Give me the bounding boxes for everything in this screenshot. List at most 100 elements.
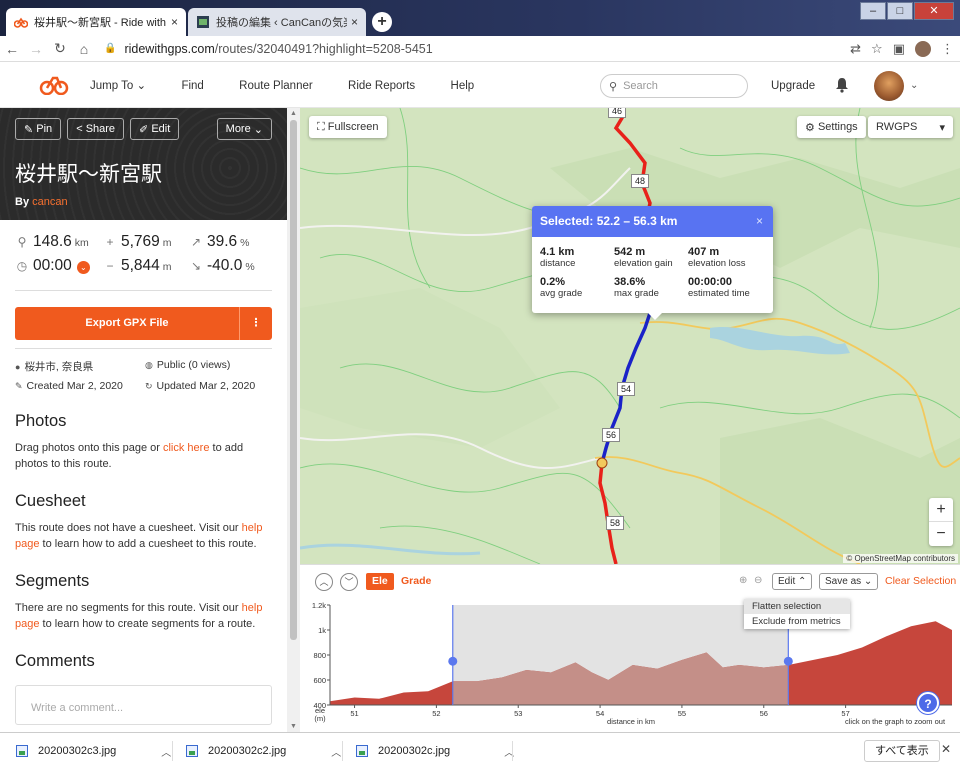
- url-field[interactable]: 🔒 ridewithgps.com /routes/32040491?highl…: [104, 42, 830, 56]
- route-meta: ● 桜井市, 奈良県 ◍ Public (0 views) ✎ Created Mar…: [15, 348, 272, 392]
- chevron-up-icon[interactable]: ︿: [331, 744, 341, 759]
- map-settings-button[interactable]: ⚙ Settings: [797, 116, 866, 138]
- map-attribution[interactable]: © OpenStreetMap contributors: [843, 554, 958, 563]
- selection-handle: [448, 656, 458, 666]
- tab-close-icon[interactable]: ×: [351, 15, 358, 29]
- browser-tab-editor[interactable]: 投稿の編集 ‹ CanCanの気楽な〜 ×: [188, 8, 366, 36]
- globe-icon: ◍: [145, 360, 153, 370]
- upgrade-link[interactable]: Upgrade: [771, 80, 815, 92]
- site-favicon-icon: [197, 16, 209, 28]
- menu-item-exclude-from-metrics[interactable]: Exclude from metrics: [744, 614, 850, 629]
- browser-tab-rwgps[interactable]: 桜井駅～新宮駅 - Ride with GPS ×: [6, 8, 186, 36]
- url-host: ridewithgps.com: [124, 41, 215, 56]
- elevation-panel: ︿ ﹀ Ele Grade ⊕ ⊖ Edit ⌃ Save as ⌄ Clear…: [300, 564, 960, 732]
- chevron-up-icon[interactable]: ︿: [161, 744, 171, 759]
- menu-find[interactable]: Find: [181, 80, 203, 92]
- y-axis-unit-label: (m): [314, 714, 326, 723]
- browser-menu-icon[interactable]: ⋮: [941, 41, 954, 57]
- scroll-down-icon[interactable]: ▼: [287, 723, 300, 730]
- menu-route-planner[interactable]: Route Planner: [239, 80, 313, 92]
- cuesheet-section: Cuesheet This route does not have a cues…: [15, 492, 272, 552]
- comment-input[interactable]: Write a comment...: [15, 685, 272, 725]
- menu-jump-to[interactable]: Jump To ⌄: [90, 80, 146, 92]
- elevation-chart[interactable]: 4006008001k1.2k51 52 53 54 55 56 57ele(m) dista…: [300, 565, 960, 733]
- back-icon[interactable]: ←: [0, 41, 24, 57]
- image-file-icon: [356, 745, 368, 757]
- share-button[interactable]: < Share: [67, 118, 125, 140]
- download-item[interactable]: 20200302c3.jpg ︿: [16, 733, 171, 768]
- extension-icon[interactable]: ▣: [893, 41, 905, 57]
- sidebar-scrollbar[interactable]: ▲ ▼: [287, 108, 300, 732]
- route-created: ✎ Created Mar 2, 2020: [15, 380, 123, 392]
- bell-icon[interactable]: [834, 77, 850, 93]
- menu-item-flatten-selection[interactable]: Flatten selection: [744, 599, 850, 614]
- translate-icon[interactable]: ⇄: [850, 41, 861, 57]
- km-marker: 46: [608, 108, 627, 118]
- minimize-button[interactable]: –: [860, 2, 886, 20]
- divider: [15, 290, 272, 291]
- fullscreen-button[interactable]: ⛶ Fullscreen: [309, 116, 387, 138]
- stat-min-grade: ↘ -40.0%: [190, 257, 255, 274]
- search-input[interactable]: ⚲ Search: [600, 74, 748, 98]
- bookmark-star-icon[interactable]: ☆: [871, 41, 883, 57]
- plus-icon: +: [106, 235, 114, 249]
- zoom-out-button[interactable]: −: [929, 522, 953, 546]
- stat-max-grade: ↗ 39.6%: [190, 233, 250, 250]
- km-marker: 54: [617, 382, 636, 396]
- edit-button[interactable]: ✐ Edit: [130, 118, 180, 140]
- tab-close-icon[interactable]: ×: [171, 15, 178, 29]
- edit-dropdown-menu: Flatten selection Exclude from metrics: [744, 599, 850, 629]
- popup-stat: 0.2% avg grade: [540, 276, 583, 299]
- rwgps-logo-icon[interactable]: [34, 75, 74, 95]
- zoom-in-button[interactable]: +: [929, 498, 953, 522]
- popup-header: Selected: 52.2 – 56.3 km ×: [532, 206, 773, 237]
- export-gpx-button[interactable]: Export GPX File ⋮: [15, 307, 272, 340]
- help-button[interactable]: ?: [917, 692, 939, 714]
- route-map[interactable]: 46 48 54 56 58 ⛶ Fullscreen ⚙ Settings R…: [300, 108, 960, 564]
- main-menu: Jump To ⌄ Find Route Planner Ride Report…: [74, 78, 474, 92]
- map-layer-select[interactable]: RWGPS ▾: [868, 116, 953, 138]
- menu-ride-reports[interactable]: Ride Reports: [348, 80, 415, 92]
- cuesheet-title: Cuesheet: [15, 492, 86, 510]
- forward-icon[interactable]: →: [24, 41, 48, 57]
- image-file-icon: [16, 745, 28, 757]
- segments-section: Segments There are no segments for this …: [15, 572, 272, 632]
- gear-icon: ⚙: [805, 121, 815, 134]
- author-link[interactable]: cancan: [32, 196, 67, 208]
- scrollbar-thumb[interactable]: [290, 120, 297, 640]
- expand-icon: ⛶: [317, 120, 325, 133]
- selection-handle: [783, 656, 793, 666]
- home-icon[interactable]: ⌂: [72, 41, 96, 57]
- distance-icon: ⚲: [17, 235, 27, 249]
- more-button[interactable]: More ⌄: [216, 118, 272, 140]
- maximize-button[interactable]: □: [887, 2, 913, 20]
- download-item[interactable]: 20200302c.jpg ︿: [356, 733, 514, 768]
- window-close-button[interactable]: ✕: [914, 2, 954, 20]
- reload-icon[interactable]: ↻: [48, 40, 72, 57]
- chevron-down-icon: ⌄: [253, 123, 263, 136]
- show-all-downloads-button[interactable]: すべて表示: [864, 740, 940, 762]
- pin-icon: ✎: [24, 123, 34, 136]
- lock-icon: 🔒: [104, 43, 117, 54]
- download-bar: 20200302c3.jpg ︿ 20200302c2.jpg ︿ 202003…: [0, 732, 960, 768]
- user-avatar[interactable]: [874, 71, 904, 101]
- menu-help[interactable]: Help: [451, 80, 475, 92]
- route-title: 桜井駅～新宮駅: [15, 162, 162, 186]
- chevron-down-icon[interactable]: ⌄: [910, 80, 918, 91]
- popup-close-icon[interactable]: ×: [756, 206, 763, 237]
- click-here-link[interactable]: click here: [163, 442, 209, 454]
- y-tick-label: 600: [313, 676, 326, 685]
- divider: [512, 741, 513, 761]
- tab-title: 投稿の編集 ‹ CanCanの気楽な〜: [216, 17, 347, 29]
- profile-avatar-icon[interactable]: [915, 40, 931, 57]
- scroll-up-icon[interactable]: ▲: [287, 110, 300, 117]
- export-options-icon[interactable]: ⋮: [239, 307, 272, 340]
- address-bar: ← → ↻ ⌂ 🔒 ridewithgps.com /routes/320404…: [0, 36, 960, 62]
- close-download-bar-icon[interactable]: ✕: [941, 742, 951, 756]
- time-dropdown-icon[interactable]: ⌄: [76, 261, 90, 274]
- km-marker: 48: [631, 174, 650, 188]
- pin-button[interactable]: ✎ Pin: [15, 118, 62, 140]
- new-tab-button[interactable]: +: [372, 12, 392, 32]
- pencil-icon: ✐: [139, 123, 149, 136]
- download-item[interactable]: 20200302c2.jpg ︿: [186, 733, 341, 768]
